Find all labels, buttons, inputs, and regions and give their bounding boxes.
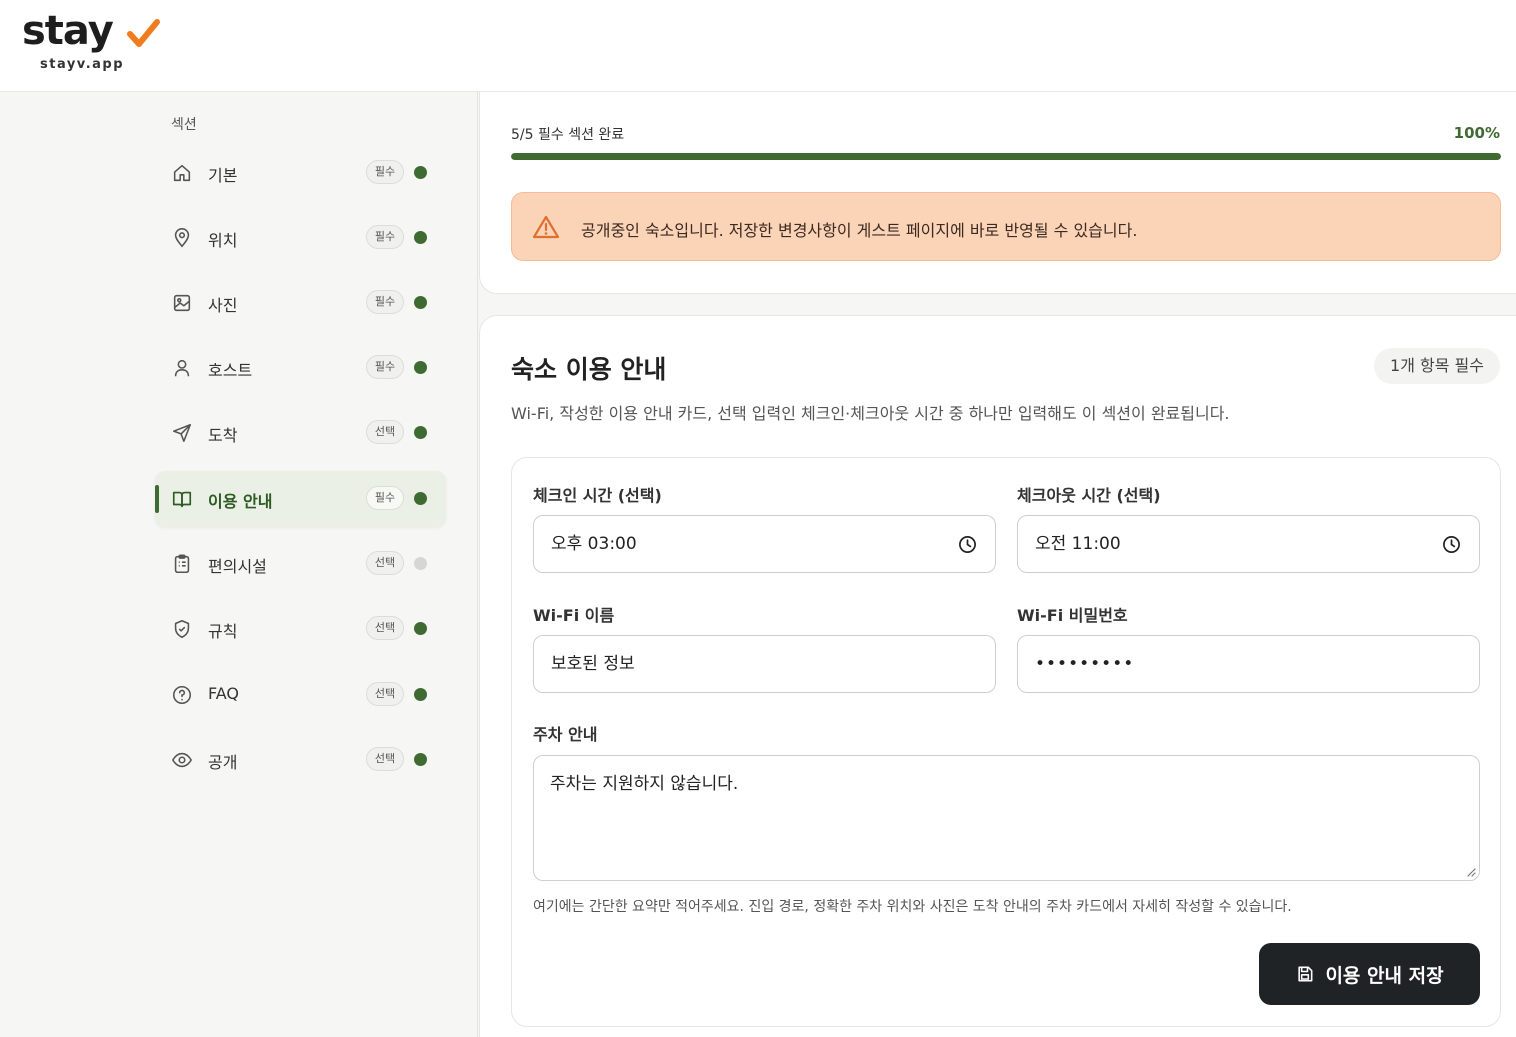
status-dot: [414, 166, 427, 179]
optional-badge: 선택: [366, 747, 404, 771]
sidebar-item-label: 기본: [208, 166, 238, 185]
status-dot: [414, 688, 427, 701]
wifi-password-value: •••••••••: [1035, 654, 1135, 674]
status-dot: [414, 492, 427, 505]
required-badge: 필수: [366, 160, 404, 184]
parking-value: 주차는 지원하지 않습니다.: [550, 774, 739, 794]
optional-badge: 선택: [366, 551, 404, 575]
help-circle-icon: [171, 684, 193, 706]
sidebar-item-location[interactable]: 위치 필수: [155, 210, 446, 266]
logo[interactable]: stay stayv.app: [22, 8, 160, 72]
status-dot: [414, 361, 427, 374]
wifi-name-input[interactable]: 보호된 정보: [533, 635, 996, 693]
checkin-time-value: 오후 03:00: [551, 534, 637, 554]
checkout-time-input[interactable]: 오전 11:00: [1017, 515, 1480, 573]
progress-bar-fill: [511, 153, 1501, 160]
clock-icon[interactable]: [1442, 535, 1461, 554]
sidebar: 섹션 기본 필수 위치 필수 사진 필수 호스트 필수 도착 선택 이용 안내 …: [0, 92, 478, 1037]
sidebar-title: 섹션: [171, 117, 197, 133]
section-description: Wi-Fi, 작성한 이용 안내 카드, 선택 입력인 체크인·체크아웃 시간 …: [511, 404, 1230, 423]
logo-domain: stayv.app: [40, 57, 125, 72]
wifi-name-label: Wi-Fi 이름: [533, 606, 615, 625]
save-guide-button[interactable]: 이용 안내 저장: [1259, 943, 1480, 1005]
sidebar-item-guide[interactable]: 이용 안내 필수: [155, 471, 446, 527]
clipboard-icon: [171, 553, 193, 575]
sidebar-item-label: 사진: [208, 296, 238, 315]
check-mark-icon: [127, 19, 160, 47]
required-badge: 필수: [366, 486, 404, 510]
send-icon: [171, 422, 193, 444]
sidebar-item-label: 공개: [208, 753, 238, 772]
image-icon: [171, 292, 193, 314]
status-dot: [414, 753, 427, 766]
alert-text: 공개중인 숙소입니다. 저장한 변경사항이 게스트 페이지에 바로 반영될 수 …: [581, 221, 1138, 240]
checkout-time-value: 오전 11:00: [1035, 534, 1121, 554]
sidebar-item-label: 규칙: [208, 622, 238, 641]
parking-helper-text: 여기에는 간단한 요약만 적어주세요. 진입 경로, 정확한 주차 위치와 사진…: [533, 899, 1292, 915]
status-dot: [414, 231, 427, 244]
status-dot: [414, 557, 427, 570]
required-count-chip: 1개 항목 필수: [1374, 348, 1500, 384]
guide-form: 체크인 시간 (선택) 오후 03:00 체크아웃 시간 (선택) 오전 11:…: [511, 457, 1501, 1027]
parking-label: 주차 안내: [533, 725, 598, 744]
guide-section-card: 숙소 이용 안내 1개 항목 필수 Wi-Fi, 작성한 이용 안내 카드, 선…: [479, 315, 1516, 1037]
sidebar-item-basic[interactable]: 기본 필수: [155, 145, 446, 201]
clock-icon[interactable]: [958, 535, 977, 554]
optional-badge: 선택: [366, 420, 404, 444]
optional-badge: 선택: [366, 682, 404, 706]
sidebar-item-publish[interactable]: 공개 선택: [155, 732, 446, 788]
book-icon: [171, 488, 193, 510]
sidebar-item-rules[interactable]: 규칙 선택: [155, 601, 446, 657]
resize-handle-icon[interactable]: [1466, 867, 1476, 877]
sidebar-item-label: FAQ: [208, 684, 239, 703]
published-warning-alert: 공개중인 숙소입니다. 저장한 변경사항이 게스트 페이지에 바로 반영될 수 …: [511, 192, 1501, 261]
sidebar-item-photos[interactable]: 사진 필수: [155, 275, 446, 331]
progress-bar: [511, 153, 1501, 160]
status-dot: [414, 426, 427, 439]
status-dot: [414, 296, 427, 309]
required-badge: 필수: [366, 225, 404, 249]
wifi-name-value: 보호된 정보: [551, 654, 635, 674]
required-badge: 필수: [366, 290, 404, 314]
save-button-label: 이용 안내 저장: [1325, 964, 1444, 987]
eye-icon: [171, 749, 193, 771]
user-icon: [171, 357, 193, 379]
sidebar-item-label: 호스트: [208, 361, 253, 380]
warning-triangle-icon: [532, 215, 560, 239]
optional-badge: 선택: [366, 616, 404, 640]
section-title: 숙소 이용 안내: [511, 355, 667, 384]
logo-wordmark: stay: [22, 8, 114, 54]
checkin-time-input[interactable]: 오후 03:00: [533, 515, 996, 573]
status-dot: [414, 622, 427, 635]
home-icon: [171, 162, 193, 184]
progress-label: 5/5 필수 섹션 완료: [511, 127, 625, 143]
required-badge: 필수: [366, 355, 404, 379]
sidebar-item-label: 위치: [208, 231, 238, 250]
sidebar-item-label: 편의시설: [208, 557, 267, 576]
progress-card: 5/5 필수 섹션 완료 100% 공개중인 숙소입니다. 저장한 변경사항이 …: [479, 92, 1516, 294]
sidebar-item-label: 도착: [208, 426, 238, 445]
app-header: stay stayv.app: [0, 0, 1516, 92]
shield-icon: [171, 618, 193, 640]
parking-textarea[interactable]: 주차는 지원하지 않습니다.: [533, 755, 1480, 881]
sidebar-item-host[interactable]: 호스트 필수: [155, 340, 446, 396]
save-icon: [1298, 966, 1313, 982]
sidebar-item-label: 이용 안내: [208, 492, 273, 511]
progress-percent: 100%: [1453, 124, 1500, 142]
sidebar-item-faq[interactable]: FAQ 선택: [155, 667, 446, 723]
sidebar-item-amenities[interactable]: 편의시설 선택: [155, 536, 446, 592]
wifi-password-label: Wi-Fi 비밀번호: [1017, 606, 1128, 625]
checkin-time-label: 체크인 시간 (선택): [533, 486, 662, 505]
wifi-password-input[interactable]: •••••••••: [1017, 635, 1480, 693]
location-pin-icon: [171, 227, 193, 249]
checkout-time-label: 체크아웃 시간 (선택): [1017, 486, 1161, 505]
sidebar-item-arrival[interactable]: 도착 선택: [155, 405, 446, 461]
